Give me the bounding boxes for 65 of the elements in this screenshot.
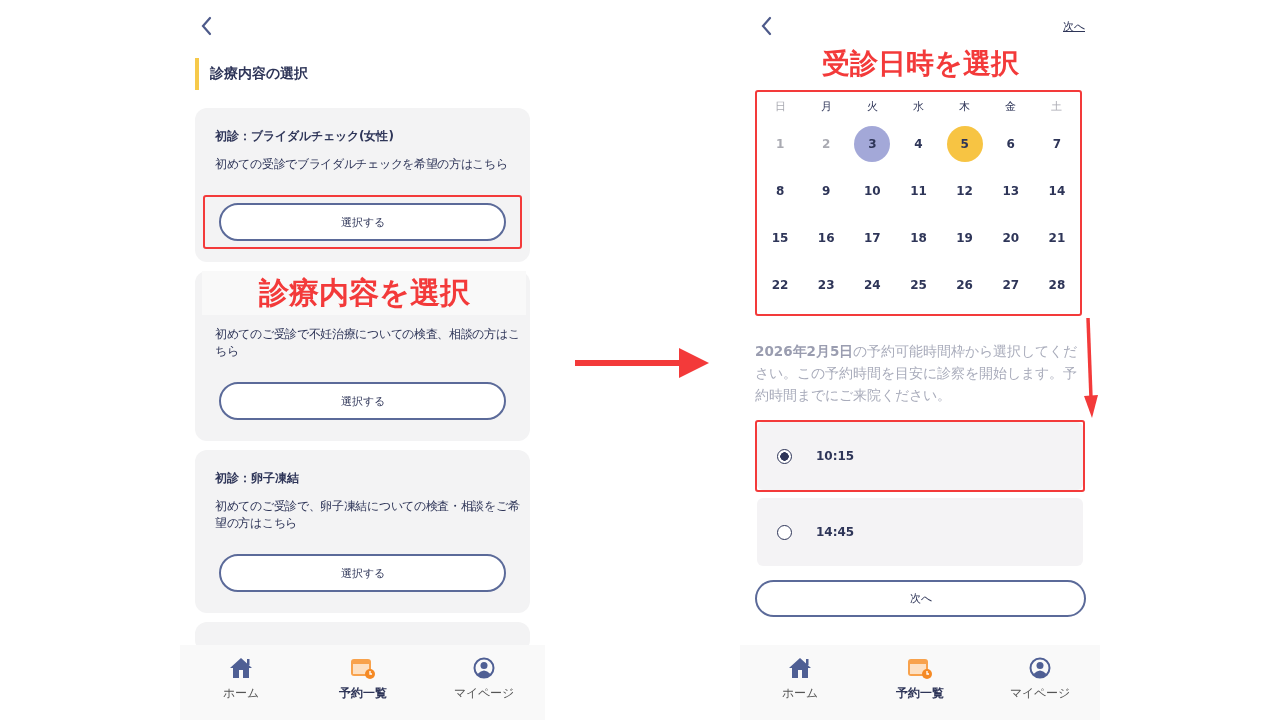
slot-time: 10:15 [816, 449, 855, 463]
calendar-day[interactable]: 19 [946, 219, 983, 256]
annotation-label: 受診日時を選択 [820, 46, 1020, 82]
calendar-day[interactable]: 7 [1038, 125, 1075, 162]
annotation-label: 診療内容を選択 [258, 273, 470, 312]
calendar-day[interactable]: 26 [946, 266, 983, 303]
time-slot[interactable]: 14:45 [757, 498, 1083, 566]
weekday-label: 火 [865, 99, 879, 115]
menu-title: 初診：ブライダルチェック(女性) [214, 128, 395, 145]
nav-label[interactable]: ホーム [782, 685, 818, 702]
slot-time: 14:45 [816, 525, 855, 539]
profile-icon[interactable] [473, 657, 496, 679]
weekday-label: 木 [958, 99, 972, 115]
nav-label[interactable]: マイページ [1010, 685, 1070, 702]
calendar-day[interactable]: 6 [992, 125, 1029, 162]
radio-button[interactable] [777, 448, 792, 464]
select-button[interactable]: 選択する [219, 554, 506, 592]
menu-description: 初めてのご受診で不妊治療についての検査、相談の方はこちら [214, 326, 521, 360]
back-icon[interactable] [200, 16, 212, 36]
weekday-label: 金 [1004, 99, 1018, 115]
next-button[interactable]: 次へ [755, 580, 1086, 617]
section-title: 診療内容の選択 [195, 58, 545, 90]
calendar-day[interactable]: 12 [946, 172, 983, 209]
calendar-day[interactable]: 14 [1038, 172, 1075, 209]
weekday-label: 水 [912, 99, 925, 115]
menu-description: 初めてのご受診で、卵子凍結についての検査・相談をご希望の方はこちら [214, 498, 521, 532]
calendar-day[interactable]: 28 [1038, 266, 1075, 303]
calendar-day[interactable]: 18 [900, 219, 937, 256]
home-icon[interactable] [228, 657, 253, 679]
radio-button[interactable] [777, 524, 792, 540]
calendar-day[interactable]: 23 [808, 266, 845, 303]
notice-text: 2026年2月5日の予約可能時間枠から選択してください。この予約時間を目安に診察を開始します。予約時間までにご来院ください。 [755, 342, 1079, 405]
back-icon[interactable] [760, 16, 772, 36]
next-link[interactable]: 次へ [1063, 18, 1085, 34]
calendar-day[interactable]: 3 [854, 125, 891, 162]
time-slot[interactable]: 10:15 [757, 422, 1083, 490]
calendar-day[interactable]: 9 [808, 172, 845, 209]
calendar-day[interactable]: 16 [808, 219, 845, 256]
calendar-day[interactable]: 22 [762, 266, 799, 303]
nav-label[interactable]: 予約一覧 [338, 685, 387, 702]
select-button[interactable]: 選択する [219, 382, 506, 420]
nav-label[interactable]: ホーム [222, 685, 259, 702]
weekday-label: 日 [773, 99, 787, 115]
menu-title: 初診：卵子凍結 [214, 470, 300, 487]
nav-label[interactable]: マイページ [454, 685, 515, 702]
calendar-day[interactable]: 27 [992, 266, 1029, 303]
home-icon[interactable] [788, 657, 812, 679]
calendar-day[interactable]: 5 [946, 125, 983, 162]
profile-icon[interactable] [1029, 657, 1051, 679]
calendar-day[interactable]: 25 [900, 266, 937, 303]
calendar-day[interactable]: 15 [762, 219, 799, 256]
calendar-day[interactable]: 21 [1038, 219, 1075, 256]
calendar-day[interactable]: 8 [762, 172, 799, 209]
calendar-day[interactable]: 13 [992, 172, 1029, 209]
menu-description: 初めての受診でブライダルチェックを希望の方はこちら [214, 156, 509, 173]
calendar-day[interactable]: 17 [854, 219, 891, 256]
calendar-day[interactable]: 20 [992, 219, 1029, 256]
weekday-label: 土 [1050, 99, 1064, 115]
calendar-day[interactable]: 11 [900, 172, 937, 209]
calendar-day[interactable]: 10 [854, 172, 891, 209]
calendar-day[interactable]: 24 [854, 266, 891, 303]
select-button[interactable]: 選択する [219, 203, 506, 241]
calendar-day[interactable]: 4 [900, 125, 937, 162]
nav-label[interactable]: 予約一覧 [896, 685, 944, 702]
weekday-label: 月 [819, 99, 833, 115]
